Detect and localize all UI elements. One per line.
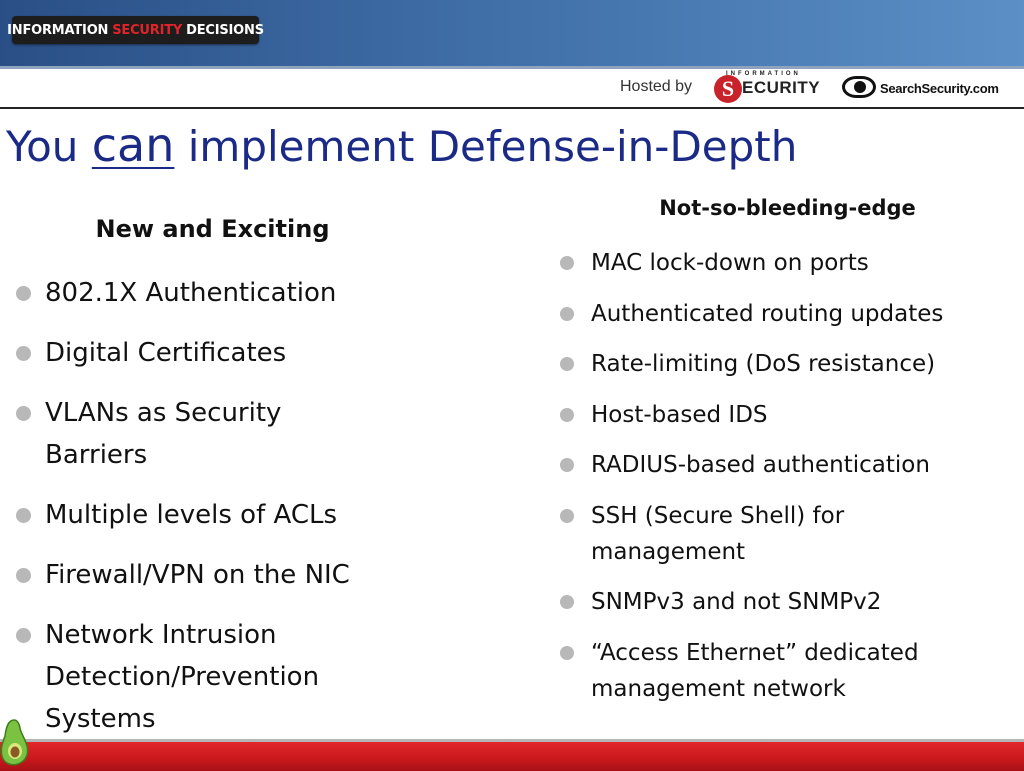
list-item-text: Host-based IDS xyxy=(591,401,768,428)
footer-bar xyxy=(0,739,1024,771)
list-item-text: Network Intrusion Detection/Prevention S… xyxy=(45,620,320,734)
bullet-dot-icon xyxy=(16,628,31,643)
bullet-dot-icon xyxy=(16,508,31,523)
bullet-dot-icon xyxy=(560,508,574,523)
bullet-dot-icon xyxy=(16,568,31,583)
title-post: implement Defense-in-Depth xyxy=(187,122,798,171)
searchsecurity-eye-icon xyxy=(842,76,876,98)
list-item-text: MAC lock-down on ports xyxy=(591,250,869,276)
information-security-decisions-logo: INFORMATION SECURITY DECISIONS xyxy=(7,16,264,44)
bullet-dot-icon xyxy=(16,406,31,421)
list-item: VLANs as Security Barriers xyxy=(0,392,325,476)
list-item: Host-based IDS xyxy=(548,397,1018,433)
bullet-dot-icon xyxy=(560,645,574,660)
bullet-dot-icon xyxy=(560,306,574,321)
list-item-text: “Access Ethernet” dedicated management n… xyxy=(591,639,919,702)
list-item-text: VLANs as Security Barriers xyxy=(45,398,282,470)
list-item: Rate-limiting (DoS resistance) xyxy=(548,346,1018,382)
list-item-text: Multiple levels of ACLs xyxy=(45,500,338,530)
searchsecurity-logo-text: SearchSecurity.com xyxy=(880,81,999,96)
list-item-text: Firewall/VPN on the NIC xyxy=(45,560,350,590)
bullet-dot-icon xyxy=(560,256,574,270)
list-item: 802.1X Authentication xyxy=(0,272,470,314)
logo-part-information: INFORMATION xyxy=(7,22,109,38)
right-column-heading: Not-so-bleeding-edge xyxy=(659,196,916,220)
list-item: Network Intrusion Detection/Prevention S… xyxy=(0,614,380,740)
list-item-text: Rate-limiting (DoS resistance) xyxy=(591,351,936,377)
hosted-by-label: Hosted by xyxy=(620,78,693,95)
infosec-logo-s-icon: S xyxy=(714,75,742,103)
infosec-logo-top-text: INFORMATION xyxy=(726,71,801,77)
logo-part-decisions: DECISIONS xyxy=(186,22,264,38)
list-item: Firewall/VPN on the NIC xyxy=(0,554,470,596)
left-column-heading: New and Exciting xyxy=(95,215,330,243)
list-item-text: Digital Certificates xyxy=(45,338,287,368)
bullet-dot-icon xyxy=(560,357,574,371)
list-item: “Access Ethernet” dedicated management n… xyxy=(548,635,1011,707)
list-item: RADIUS-based authentication xyxy=(548,447,1018,483)
avocado-icon xyxy=(0,719,29,766)
hosted-by-band: Hosted by INFORMATION S ECURITY SearchSe… xyxy=(0,66,1024,109)
list-item: SNMPv3 and not SNMPv2 xyxy=(548,584,1018,620)
slide-title: You can implement Defense-in-Depth xyxy=(6,118,797,172)
bullet-dot-icon xyxy=(560,458,574,472)
right-bullet-list: MAC lock-down on ports Authenticated rou… xyxy=(548,245,1018,721)
list-item-text: RADIUS-based authentication xyxy=(591,452,930,478)
left-bullet-list: 802.1X Authentication Digital Certificat… xyxy=(0,272,470,758)
searchsecurity-logo: SearchSecurity.com xyxy=(842,73,1017,103)
list-item-text: SNMPv3 and not SNMPv2 xyxy=(591,589,882,615)
bullet-dot-icon xyxy=(16,346,31,361)
logo-part-security: SECURITY xyxy=(112,22,183,38)
list-item-text: SSH (Secure Shell) for management xyxy=(591,502,845,565)
list-item: Digital Certificates xyxy=(0,332,470,374)
bullet-dot-icon xyxy=(16,286,31,301)
bullet-dot-icon xyxy=(560,595,574,609)
title-pre: You xyxy=(6,122,79,171)
list-item: SSH (Secure Shell) for management xyxy=(548,498,951,570)
title-emphasis: can xyxy=(91,118,175,172)
list-item-text: 802.1X Authentication xyxy=(45,278,337,308)
top-banner: INFORMATION SECURITY DECISIONS xyxy=(0,0,1024,66)
bullet-dot-icon xyxy=(560,407,574,422)
list-item: MAC lock-down on ports xyxy=(548,245,1018,281)
infosec-logo-word: ECURITY xyxy=(742,78,821,97)
list-item: Multiple levels of ACLs xyxy=(0,494,470,536)
list-item-text: Authenticated routing updates xyxy=(591,300,944,327)
information-security-logo: INFORMATION S ECURITY xyxy=(714,71,824,103)
list-item: Authenticated routing updates xyxy=(548,296,1018,332)
